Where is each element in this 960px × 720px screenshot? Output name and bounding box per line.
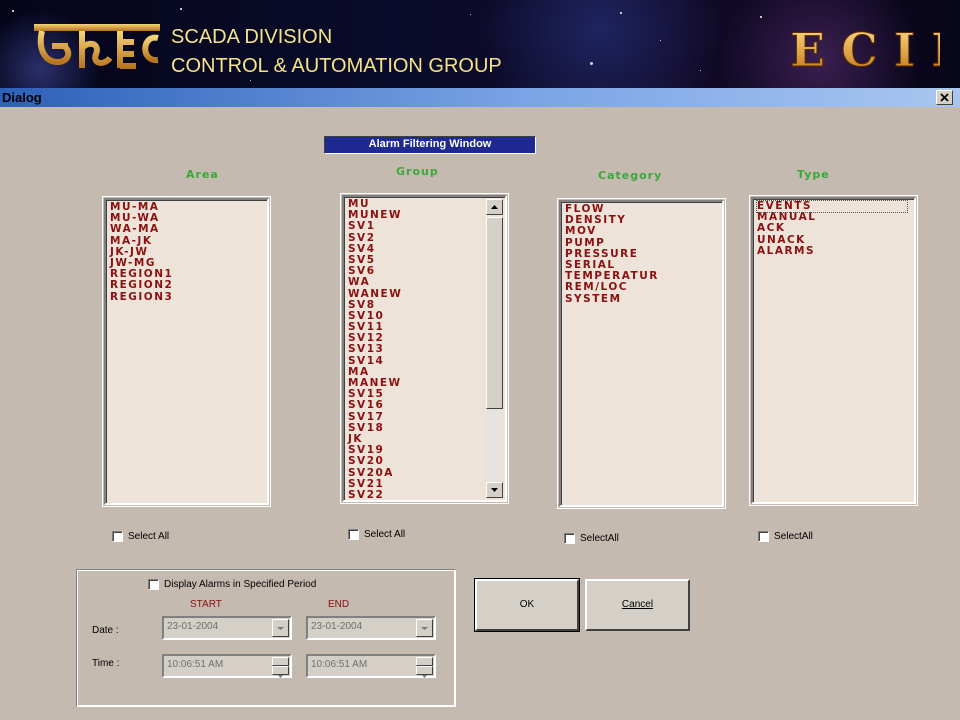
filter-window-title: Alarm Filtering Window: [324, 136, 536, 154]
group-list-item[interactable]: SV20: [348, 456, 402, 467]
area-select-all[interactable]: Select All: [112, 531, 169, 542]
area-listbox[interactable]: MU-MA MU-WA WA-MA MA-JK JK-JW JW-MG REGION1 REG…: [102, 196, 271, 507]
dialog-title: Dialog: [2, 90, 42, 105]
group-list-item[interactable]: SV22: [348, 489, 402, 501]
area-items: MU-MA MU-WA WA-MA MA-JK JK-JW JW-MG REGION1 REG…: [110, 201, 173, 303]
chevron-down-icon: [277, 627, 284, 630]
group-scrollbar[interactable]: [486, 199, 503, 498]
group-list-item[interactable]: SV20A: [348, 467, 402, 479]
period-groupbox: Display Alarms in Specified Period START…: [76, 569, 456, 707]
type-select-all-label: SelectAll: [774, 531, 813, 542]
category-select-all-label: SelectAll: [580, 533, 619, 544]
scroll-down-button[interactable]: [486, 482, 503, 498]
end-date-picker[interactable]: 23-01-2004: [306, 616, 436, 640]
dialog-titlebar[interactable]: Dialog: [0, 88, 960, 107]
ecil-brand-text: E C I L: [790, 23, 940, 74]
end-label: END: [328, 599, 350, 610]
area-list-item[interactable]: REGION2: [110, 280, 173, 291]
group-list-item[interactable]: SV16: [348, 400, 402, 411]
group-list-item[interactable]: WANEW: [348, 288, 402, 300]
end-date-dropdown[interactable]: [416, 619, 433, 637]
type-select-all[interactable]: SelectAll: [758, 531, 813, 542]
area-select-all-label: Select All: [128, 531, 170, 542]
type-list-item[interactable]: ALARMS: [757, 245, 907, 257]
end-time-down[interactable]: [416, 666, 433, 678]
spin-down-icon: [278, 675, 283, 678]
display-period-checkbox[interactable]: [148, 579, 159, 590]
area-list-item[interactable]: REGION3: [110, 291, 173, 303]
category-listbox[interactable]: FLOW DENSITY MOV PUMP PRESSURE SERIAL TEMPERAT…: [557, 198, 726, 509]
start-time-up[interactable]: [272, 657, 289, 669]
end-time-up[interactable]: [416, 657, 433, 669]
start-date-picker[interactable]: 23-01-2004: [162, 616, 292, 640]
banner-group: CONTROL & AUTOMATION GROUP: [171, 55, 502, 77]
ecil-hindi-logo: [34, 24, 160, 69]
time-label: Time :: [92, 658, 120, 669]
category-items: FLOW DENSITY MOV PUMP PRESSURE SERIAL TEMPERAT…: [565, 203, 659, 305]
arrow-down-icon: [491, 488, 498, 492]
start-date-value: 23-01-2004: [167, 621, 219, 632]
end-date-value: 23-01-2004: [311, 621, 363, 632]
category-list-item[interactable]: REM/LOC: [565, 282, 659, 293]
display-period-option[interactable]: Display Alarms in Specified Period: [148, 579, 316, 590]
chevron-down-icon: [421, 627, 428, 630]
scroll-thumb[interactable]: [486, 217, 503, 409]
cancel-button[interactable]: Cancel: [585, 579, 690, 631]
type-items: EVENTS MANUAL ACK UNACK ALARMS: [756, 199, 908, 257]
start-label: START: [190, 599, 222, 610]
banner-division: SCADA DIVISION: [171, 26, 333, 48]
scroll-up-button[interactable]: [486, 199, 503, 215]
ecil-brand-logo: E C I L: [790, 23, 940, 75]
group-select-all[interactable]: Select All: [348, 529, 405, 540]
area-header: Area: [186, 168, 219, 181]
category-select-all-checkbox[interactable]: [564, 533, 575, 544]
group-list-item[interactable]: SV13: [348, 344, 402, 355]
spin-down-icon: [422, 675, 427, 678]
type-header: Type: [797, 168, 830, 181]
ok-button[interactable]: OK: [474, 578, 580, 632]
type-select-all-checkbox[interactable]: [758, 531, 769, 542]
area-select-all-checkbox[interactable]: [112, 531, 123, 542]
type-list-item[interactable]: ACK: [757, 223, 907, 234]
group-list-item[interactable]: WA: [348, 277, 402, 288]
alarm-filter-dialog: Dialog Alarm Filtering Window Area Group…: [0, 88, 960, 720]
end-time-value: 10:06:51 AM: [311, 659, 368, 670]
start-date-dropdown[interactable]: [272, 619, 289, 637]
start-time-down[interactable]: [272, 666, 289, 678]
group-select-all-label: Select All: [364, 529, 406, 540]
start-time-picker[interactable]: 10:06:51 AM: [162, 654, 292, 678]
category-header: Category: [598, 169, 663, 182]
category-select-all[interactable]: SelectAll: [564, 533, 619, 544]
group-header: Group: [396, 165, 439, 178]
start-time-value: 10:06:51 AM: [167, 659, 224, 670]
arrow-up-icon: [491, 205, 498, 209]
category-list-item[interactable]: MOV: [565, 226, 659, 237]
header-banner: SCADA DIVISION CONTROL & AUTOMATION GROU…: [0, 0, 960, 88]
cancel-button-label: Cancel: [621, 599, 654, 610]
category-list-item[interactable]: SYSTEM: [565, 293, 659, 305]
group-list-item[interactable]: SV1: [348, 221, 402, 232]
close-icon: [940, 93, 949, 102]
end-time-picker[interactable]: 10:06:51 AM: [306, 654, 436, 678]
group-items: MU MUNEW SV1 SV2 SV4 SV5 SV6 WA WANEW SV8 SV10 SV11…: [348, 198, 402, 501]
type-listbox[interactable]: EVENTS MANUAL ACK UNACK ALARMS: [749, 195, 918, 506]
close-button[interactable]: [936, 90, 953, 105]
display-period-label: Display Alarms in Specified Period: [164, 579, 317, 590]
group-select-all-checkbox[interactable]: [348, 529, 359, 540]
area-list-item[interactable]: WA-MA: [110, 224, 173, 235]
date-label: Date :: [92, 625, 119, 636]
group-listbox[interactable]: MU MUNEW SV1 SV2 SV4 SV5 SV6 WA WANEW SV8 SV10 SV11…: [340, 193, 509, 504]
